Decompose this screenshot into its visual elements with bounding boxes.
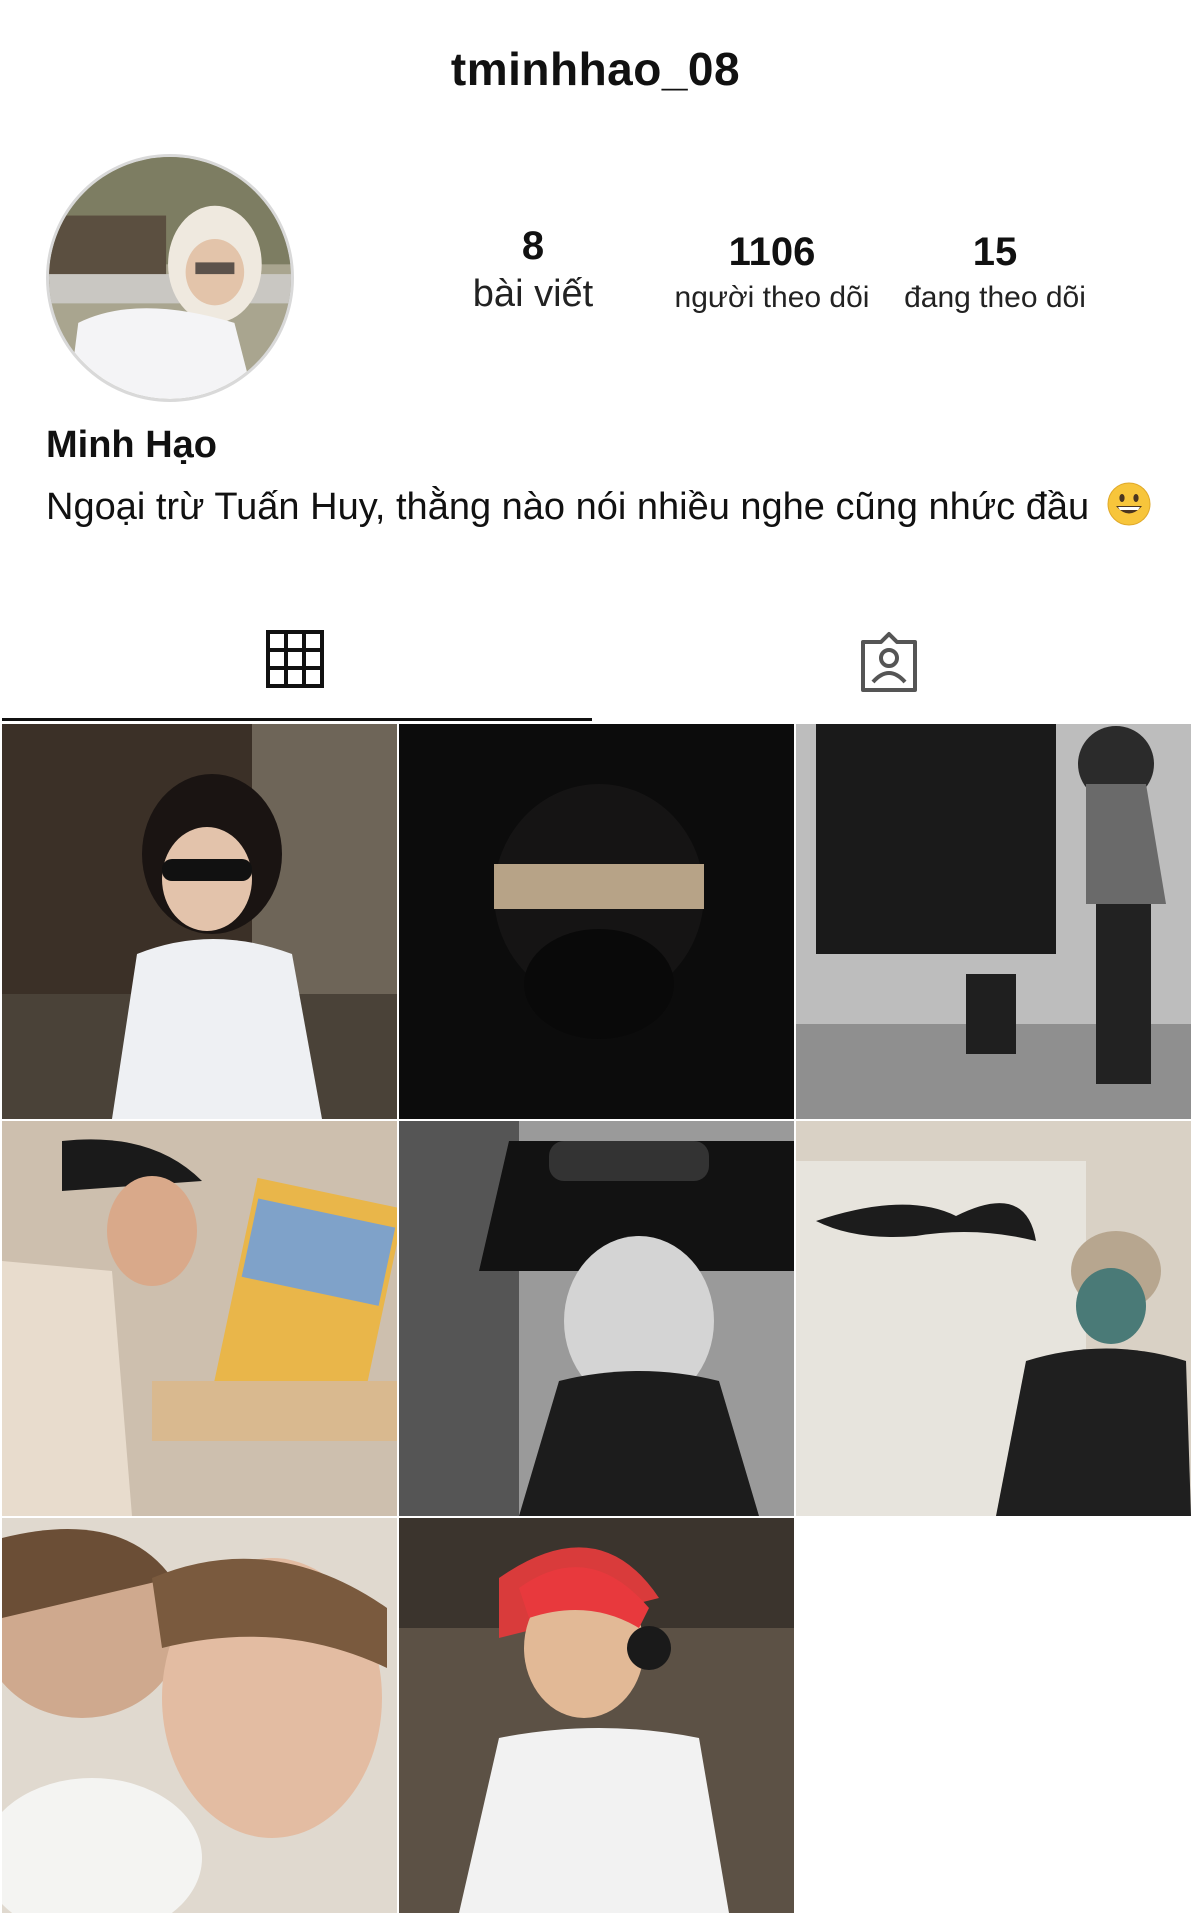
tab-posts-grid[interactable] — [0, 612, 590, 718]
display-name: Minh Hạo — [46, 424, 217, 466]
followers-count[interactable]: 1106 người theo dõi — [652, 230, 892, 315]
post-thumbnail[interactable] — [2, 724, 397, 1119]
following-count[interactable]: 15 đang theo dõi — [886, 230, 1104, 315]
grinning-face-emoji-icon — [1107, 482, 1151, 526]
avatar-image — [49, 157, 291, 399]
tab-tagged[interactable] — [594, 612, 1184, 718]
post-thumbnail[interactable] — [2, 1518, 397, 1913]
posts-count-value: 8 — [521, 224, 545, 268]
grid-icon — [266, 630, 324, 688]
following-count-label: đang theo dõi — [904, 281, 1086, 314]
post-thumbnail[interactable] — [399, 1121, 794, 1516]
following-count-value: 15 — [972, 230, 1018, 274]
followers-count-label: người theo dõi — [674, 281, 870, 314]
avatar[interactable] — [46, 154, 294, 402]
post-thumbnail[interactable] — [796, 724, 1191, 1119]
profile-tabs — [0, 612, 1191, 722]
bio: Ngoại trừ Tuấn Huy, thằng nào nói nhiều … — [46, 480, 1156, 534]
posts-count[interactable]: 8 bài viết — [458, 224, 608, 316]
profile-username[interactable]: tminhhao_08 — [0, 42, 1191, 96]
bio-text: Ngoại trừ Tuấn Huy, thằng nào nói nhiều … — [46, 486, 1090, 528]
followers-count-value: 1106 — [728, 230, 816, 274]
post-thumbnail[interactable] — [2, 1121, 397, 1516]
post-thumbnail[interactable] — [796, 1121, 1191, 1516]
active-tab-indicator — [2, 718, 592, 721]
post-thumbnail[interactable] — [399, 1518, 794, 1913]
posts-count-label: bài viết — [472, 273, 594, 315]
post-thumbnail[interactable] — [399, 724, 794, 1119]
tagged-person-icon — [861, 632, 917, 692]
